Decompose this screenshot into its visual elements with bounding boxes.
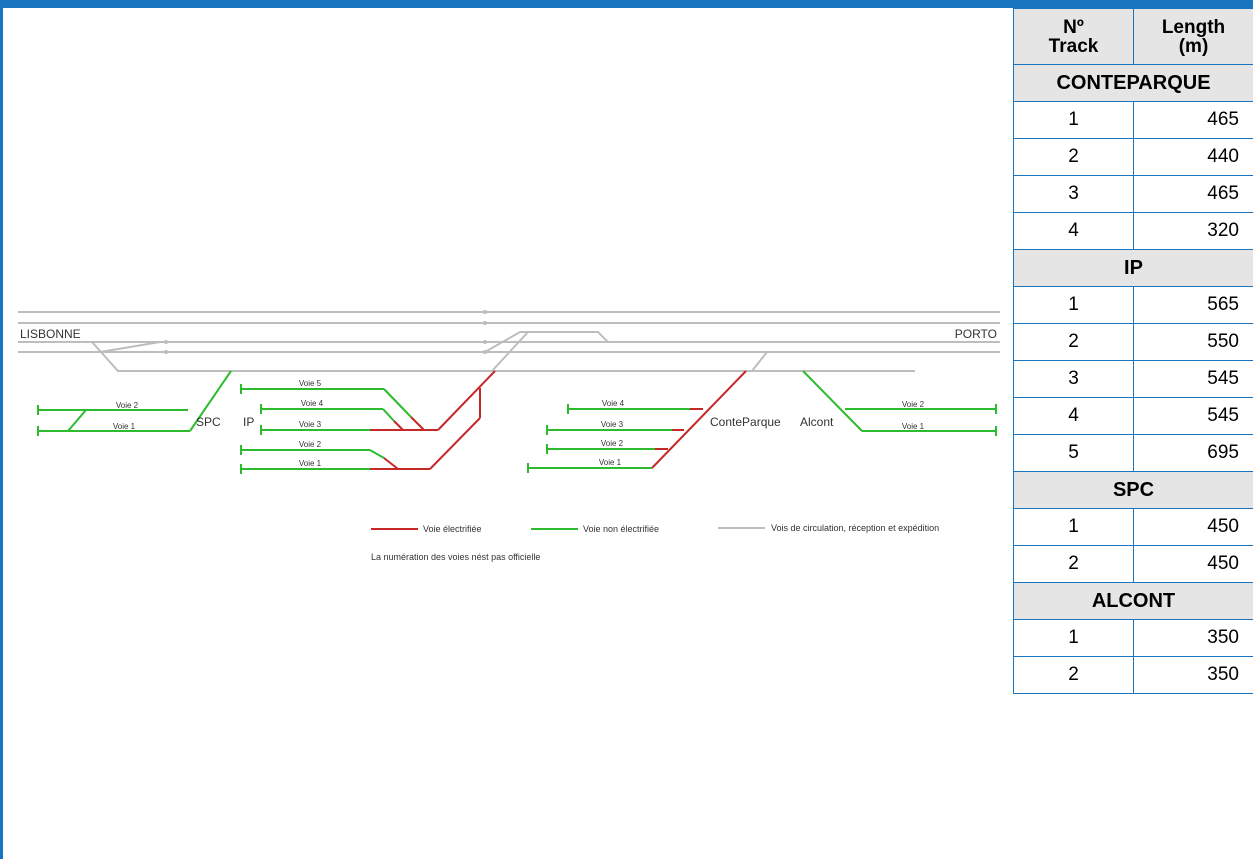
legend-label-circulation: Vois de circulation, réception et expédi… bbox=[771, 523, 939, 533]
header-length: Length (m) bbox=[1133, 8, 1253, 65]
length-cell: 545 bbox=[1133, 360, 1253, 398]
track-label-ip-4: Voie 4 bbox=[301, 399, 324, 408]
track-cell: 5 bbox=[1013, 434, 1134, 472]
length-cell: 450 bbox=[1133, 545, 1253, 583]
table-row: 2 350 bbox=[1013, 656, 1253, 694]
track-cell: 2 bbox=[1013, 656, 1134, 694]
table-row: 2 450 bbox=[1013, 545, 1253, 583]
track-label-ip-5: Voie 5 bbox=[299, 379, 322, 388]
track-label-cp-1: Voie 1 bbox=[599, 458, 622, 467]
station-alcont: Alcont bbox=[800, 415, 834, 429]
table-row: 3 545 bbox=[1013, 360, 1253, 398]
table-row: 1 565 bbox=[1013, 286, 1253, 324]
length-cell: 440 bbox=[1133, 138, 1253, 176]
track-cell: 1 bbox=[1013, 101, 1134, 139]
track-cell: 3 bbox=[1013, 360, 1134, 398]
length-cell: 465 bbox=[1133, 175, 1253, 213]
station-conteparque: ConteParque bbox=[710, 415, 781, 429]
track-label-spc-2: Voie 2 bbox=[116, 401, 139, 410]
length-cell: 320 bbox=[1133, 212, 1253, 250]
station-spc: SPC bbox=[196, 415, 221, 429]
track-diagram: LISBONNE PORTO SPC IP ConteParque Alcont… bbox=[18, 310, 1000, 562]
table-row: 1 450 bbox=[1013, 508, 1253, 546]
track-label-alcont-1: Voie 1 bbox=[902, 422, 925, 431]
table-row: 2 550 bbox=[1013, 323, 1253, 361]
track-label-cp-4: Voie 4 bbox=[602, 399, 625, 408]
track-length-table: Nº Track Length (m) CONTEPARQUE 1 465 2 44… bbox=[1013, 8, 1253, 694]
table-row: 5 695 bbox=[1013, 434, 1253, 472]
track-cell: 3 bbox=[1013, 175, 1134, 213]
header-track-line1: Nº bbox=[1063, 16, 1084, 38]
table-row: 1 350 bbox=[1013, 619, 1253, 657]
length-cell: 545 bbox=[1133, 397, 1253, 435]
length-cell: 350 bbox=[1133, 619, 1253, 657]
track-label-cp-3: Voie 3 bbox=[601, 420, 624, 429]
header-track-line2: Track bbox=[1048, 35, 1099, 57]
track-label-cp-2: Voie 2 bbox=[601, 439, 624, 448]
legend-label-non-electrified: Voie non électrifiée bbox=[583, 524, 659, 534]
table-row: 2 440 bbox=[1013, 138, 1253, 176]
track-cell: 1 bbox=[1013, 508, 1134, 546]
length-cell: 550 bbox=[1133, 323, 1253, 361]
track-label-spc-1: Voie 1 bbox=[113, 422, 136, 431]
header-track-number: Nº Track bbox=[1013, 8, 1134, 65]
track-label-ip-2: Voie 2 bbox=[299, 440, 322, 449]
length-cell: 695 bbox=[1133, 434, 1253, 472]
track-label-ip-1: Voie 1 bbox=[299, 459, 322, 468]
track-cell: 1 bbox=[1013, 619, 1134, 657]
table-row: 4 320 bbox=[1013, 212, 1253, 250]
endpoint-porto: PORTO bbox=[955, 327, 997, 341]
table-row: 4 545 bbox=[1013, 397, 1253, 435]
legend-note: La numération des voies nést pas officie… bbox=[371, 552, 540, 562]
section-spc: SPC bbox=[1013, 471, 1253, 509]
table-row: 1 465 bbox=[1013, 101, 1253, 139]
section-alcont: ALCONT bbox=[1013, 582, 1253, 620]
header-length-line2: (m) bbox=[1178, 35, 1209, 57]
length-cell: 350 bbox=[1133, 656, 1253, 694]
table-row: 3 465 bbox=[1013, 175, 1253, 213]
track-label-alcont-2: Voie 2 bbox=[902, 400, 925, 409]
length-cell: 450 bbox=[1133, 508, 1253, 546]
junction-dots bbox=[164, 310, 487, 354]
track-label-ip-3: Voie 3 bbox=[299, 420, 322, 429]
track-cell: 4 bbox=[1013, 212, 1134, 250]
legend: Voie électrifiée Voie non électrifiée Vo… bbox=[371, 523, 939, 562]
ip-yard-red bbox=[370, 370, 496, 470]
track-cell: 4 bbox=[1013, 397, 1134, 435]
section-ip: IP bbox=[1013, 249, 1253, 287]
section-conteparque: CONTEPARQUE bbox=[1013, 64, 1253, 102]
header-length-line1: Length bbox=[1161, 16, 1226, 38]
track-cell: 2 bbox=[1013, 323, 1134, 361]
legend-label-electrified: Voie électrifiée bbox=[423, 524, 482, 534]
station-ip: IP bbox=[243, 415, 254, 429]
track-cell: 1 bbox=[1013, 286, 1134, 324]
length-cell: 565 bbox=[1133, 286, 1253, 324]
length-cell: 465 bbox=[1133, 101, 1253, 139]
endpoint-lisbonne: LISBONNE bbox=[20, 327, 81, 341]
track-cell: 2 bbox=[1013, 545, 1134, 583]
track-cell: 2 bbox=[1013, 138, 1134, 176]
